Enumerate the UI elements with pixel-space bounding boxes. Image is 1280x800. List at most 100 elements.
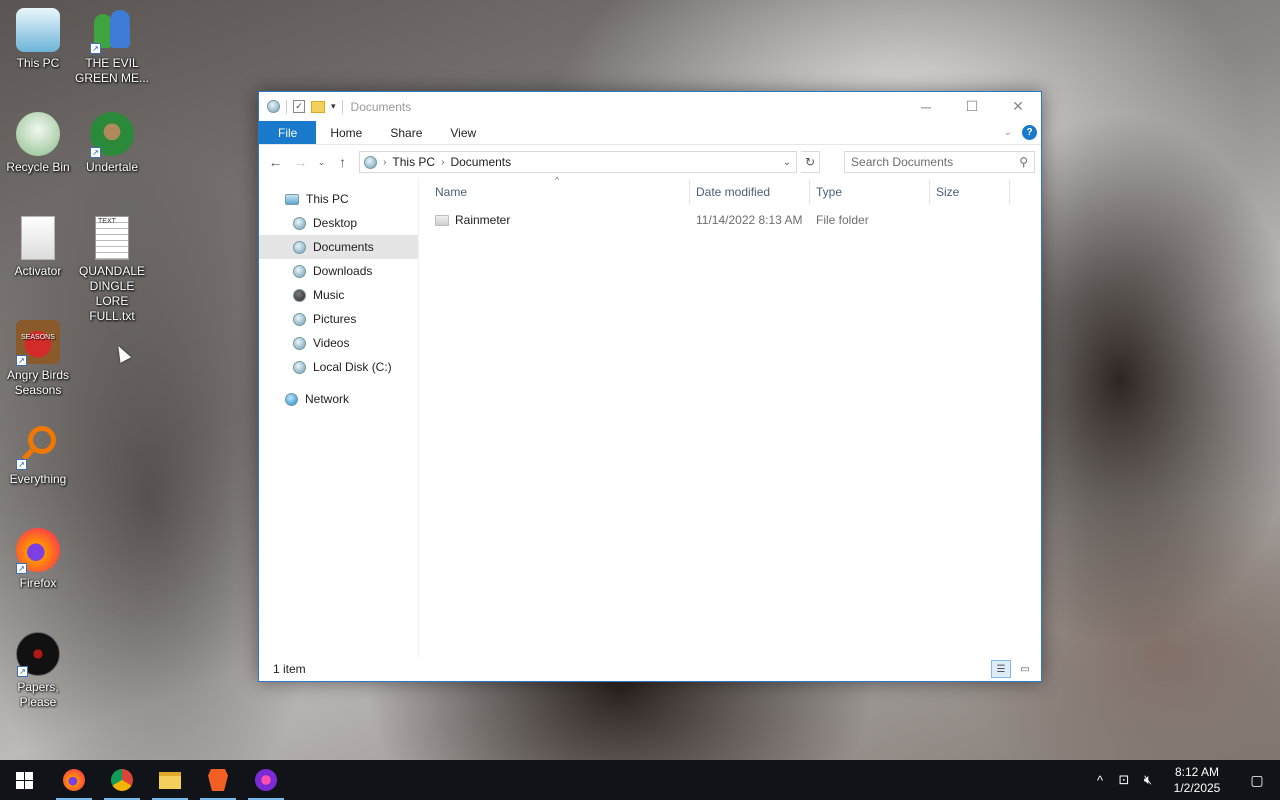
tab-view[interactable]: View (436, 121, 490, 144)
expand-ribbon-icon[interactable]: ⌄ (1004, 127, 1012, 138)
column-date-modified[interactable]: Date modified (690, 179, 810, 205)
desktop-icon-this-pc[interactable]: This PC (0, 8, 76, 71)
desktop-icon-undertale[interactable]: ↗ Undertale (74, 112, 150, 175)
disk-icon (293, 360, 306, 374)
nav-item-label: Local Disk (C:) (313, 360, 392, 374)
chevron-right-icon[interactable]: › (441, 157, 444, 168)
taskbar-firefox[interactable] (50, 760, 98, 800)
tab-share[interactable]: Share (376, 121, 436, 144)
firefox-icon (63, 769, 85, 791)
item-count: 1 item (273, 662, 306, 676)
action-center-button[interactable]: ▢ (1234, 772, 1280, 789)
desktop-icon-papers-please[interactable]: ↗ Papers, Please (0, 632, 76, 710)
maximize-button[interactable]: ☐ (949, 92, 995, 121)
desktop-icon-label: Everything (9, 472, 67, 486)
forward-button[interactable]: → (290, 151, 311, 173)
desktop-icon-evil-green[interactable]: ↗ THE EVIL GREEN ME... (74, 8, 150, 86)
desktop-icon-label: Papers, Please (17, 680, 59, 709)
new-folder-icon[interactable] (311, 100, 325, 113)
windows-logo-icon (15, 771, 33, 789)
desktop-icon-label: QUANDALE DINGLE LORE FULL.txt (78, 264, 146, 323)
details-view-button[interactable]: ☰ (991, 660, 1011, 678)
column-type[interactable]: Type (810, 179, 930, 205)
volume-muted-icon[interactable]: 🔇︎ (1136, 772, 1160, 788)
desktop-icon-label: Angry Birds Seasons (6, 368, 70, 397)
taskbar-file-explorer[interactable] (146, 760, 194, 800)
desktop-icon-everything[interactable]: ↗ Everything (0, 424, 76, 487)
desktop-icon-firefox[interactable]: ↗ Firefox (0, 528, 76, 591)
arrow-up-icon: ↑ (339, 154, 347, 170)
properties-icon[interactable]: ✓ (293, 100, 305, 113)
nav-item-videos[interactable]: Videos (259, 331, 418, 355)
nav-item-local-disk[interactable]: Local Disk (C:) (259, 355, 418, 379)
tab-home[interactable]: Home (316, 121, 376, 144)
back-button[interactable]: ← (265, 151, 286, 173)
file-list[interactable]: ^ Name Date modified Type Size Rainmeter… (419, 175, 1041, 657)
chevron-up-icon[interactable]: ^ (1088, 773, 1112, 788)
network-status-icon[interactable]: ⊡ (1112, 772, 1136, 788)
navigation-bar: ← → ⌄ ↑ › This PC › Documents ⌄ ↻ Search… (259, 145, 1041, 179)
nav-item-network[interactable]: Network (259, 387, 418, 411)
nav-item-label: Desktop (313, 216, 358, 230)
start-button[interactable] (0, 760, 48, 800)
minimize-button[interactable]: ─ (903, 92, 949, 121)
nav-item-label: This PC (306, 192, 349, 206)
desktop-icon-recycle-bin[interactable]: Recycle Bin (0, 112, 76, 175)
desktop-icon-activator[interactable]: Activator (0, 216, 76, 279)
text-file-icon: TEXT (95, 216, 129, 260)
taskbar-brave[interactable] (194, 760, 242, 800)
drive-icon[interactable] (267, 100, 280, 113)
search-icon: ⚲ (1019, 155, 1028, 169)
nav-item-downloads[interactable]: Downloads (259, 259, 418, 283)
chevron-down-icon[interactable]: ▾ (331, 101, 336, 112)
column-header-row: ^ Name Date modified Type Size (419, 175, 1041, 205)
brave-icon (208, 769, 228, 791)
refresh-icon: ↻ (804, 155, 816, 169)
shortcut-arrow-icon: ↗ (16, 563, 27, 574)
column-size[interactable]: Size (930, 179, 1010, 205)
tab-file[interactable]: File (259, 121, 317, 144)
divider (341, 99, 343, 114)
help-icon[interactable]: ? (1022, 125, 1037, 140)
file-row[interactable]: Rainmeter 11/14/2022 8:13 AM File folder (419, 209, 1041, 231)
divider (286, 99, 287, 114)
column-type-label: Type (816, 185, 843, 199)
breadcrumb-documents[interactable]: Documents (450, 155, 511, 169)
file-explorer-window[interactable]: ✓ ▾ Documents ─ ☐ ✕ File Home Share View… (258, 91, 1042, 682)
breadcrumb-this-pc[interactable]: This PC (392, 155, 435, 169)
file-date: 11/14/2022 8:13 AM (696, 213, 803, 227)
desktop-icon-quandale-txt[interactable]: TEXT QUANDALE DINGLE LORE FULL.txt (74, 216, 150, 324)
clock-time: 8:12 AM (1174, 765, 1220, 779)
refresh-button[interactable]: ↻ (800, 151, 821, 173)
nav-item-desktop[interactable]: Desktop (259, 211, 418, 235)
nav-item-documents[interactable]: Documents (259, 235, 418, 259)
large-icons-view-button[interactable]: ▭ (1015, 660, 1035, 678)
up-button[interactable]: ↑ (332, 151, 353, 173)
notification-icon: ▢ (1250, 771, 1264, 788)
column-name-label: Name (435, 185, 468, 199)
search-placeholder: Search Documents (851, 155, 954, 169)
desktop-icon-angry-birds[interactable]: ↗ SEASONS Angry Birds Seasons (0, 320, 76, 398)
arrow-right-icon: → (293, 154, 308, 170)
title-bar[interactable]: ✓ ▾ Documents ─ ☐ ✕ (259, 92, 1041, 121)
address-dropdown-icon[interactable]: ⌄ (778, 157, 796, 168)
taskbar-chrome[interactable] (98, 760, 146, 800)
recent-locations-button[interactable]: ⌄ (315, 151, 328, 173)
desktop-icon-label: This PC (16, 56, 60, 70)
column-name[interactable]: Name (435, 179, 690, 205)
drive-icon (364, 155, 378, 169)
nav-item-this-pc[interactable]: This PC (259, 187, 418, 211)
address-bar[interactable]: › This PC › Documents ⌄ (359, 151, 797, 173)
chevron-right-icon[interactable]: › (383, 157, 386, 168)
close-button[interactable]: ✕ (995, 92, 1041, 121)
column-date-label: Date modified (696, 185, 771, 199)
nav-item-pictures[interactable]: Pictures (259, 307, 418, 331)
nav-item-music[interactable]: Music (259, 283, 418, 307)
clock[interactable]: 8:12 AM 1/2/2025 (1160, 764, 1234, 796)
ribbon-tabs: File Home Share View ⌄ ? (259, 121, 1041, 145)
nav-item-label: Documents (313, 240, 374, 254)
taskbar-app[interactable] (242, 760, 290, 800)
shortcut-arrow-icon: ↗ (16, 355, 27, 366)
navigation-pane: This PC Desktop Documents Downloads Musi… (259, 179, 419, 657)
search-input[interactable]: Search Documents ⚲ (844, 151, 1035, 173)
